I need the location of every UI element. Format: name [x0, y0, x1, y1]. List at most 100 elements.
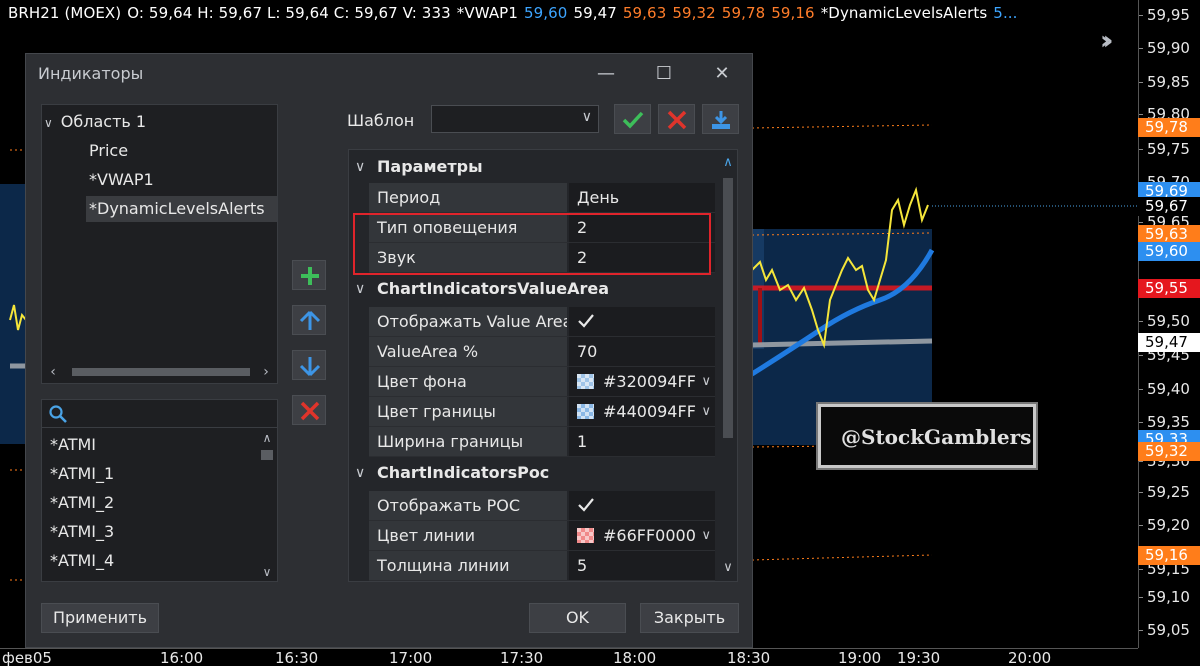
period-select[interactable]: День — [569, 183, 715, 212]
prop-name: Цвет фона — [369, 367, 567, 396]
vwap-value-6: 59,16 — [771, 4, 815, 22]
maximize-icon[interactable]: ☐ — [649, 62, 679, 86]
move-down-button[interactable] — [292, 350, 326, 380]
group-poc[interactable]: ∨ ChartIndicatorsPoc — [349, 458, 719, 488]
chevron-down-icon[interactable]: ∨ — [355, 458, 365, 488]
price-tick: 59,85 — [1139, 72, 1200, 92]
close-button[interactable]: Закрыть — [640, 603, 739, 633]
chart-header: BRH21 (MOEX) O: 59,64 H: 59,67 L: 59,64 C… — [8, 4, 1024, 24]
apply-template-button[interactable] — [614, 104, 651, 134]
prop-value-text: #320094FF — [603, 372, 696, 391]
chevron-down-icon[interactable]: ∨ — [355, 152, 365, 182]
tree-horizontal-scrollbar[interactable]: ‹ › — [42, 361, 277, 383]
area-tree[interactable]: ∨ Область 1 Price *VWAP1 *DynamicLevelsAl… — [41, 104, 278, 384]
add-indicator-button[interactable] — [292, 260, 326, 290]
border-width-field[interactable]: 1 — [569, 427, 715, 456]
checkmark-icon — [622, 111, 644, 129]
chevron-down-icon: ∨ — [581, 109, 592, 125]
tree-root-item[interactable]: ∨ Область 1 — [44, 109, 146, 135]
bg-color-picker[interactable]: #320094FF ∨ — [569, 367, 715, 396]
list-item[interactable]: *ATMI_4 — [50, 546, 114, 575]
prop-row-show-va: Отображать Value Area — [369, 307, 715, 337]
time-tick: 20:00 — [1008, 649, 1052, 666]
prop-row-border-width: Ширина границы 1 — [369, 427, 715, 457]
close-red-icon — [667, 110, 687, 130]
price-badge: 59,67 — [1138, 197, 1200, 216]
chevron-up-icon[interactable]: ∧ — [259, 430, 275, 446]
show-poc-checkbox[interactable] — [569, 491, 715, 520]
minimize-icon[interactable]: — — [591, 62, 621, 86]
time-tick: 18:00 — [613, 649, 657, 666]
group-params[interactable]: ∨ Параметры — [349, 152, 719, 182]
list-item[interactable]: *ATMI — [50, 430, 96, 459]
close-icon[interactable]: ✕ — [707, 62, 737, 86]
list-item[interactable]: *ATMI_3 — [50, 517, 114, 546]
prop-row-va-pct: ValueArea % 70 — [369, 337, 715, 367]
va-pct-field[interactable]: 70 — [569, 337, 715, 366]
time-tick: 17:30 — [500, 649, 544, 666]
prop-row-show-poc: Отображать POC — [369, 491, 715, 521]
save-template-button[interactable] — [702, 104, 739, 134]
chevron-down-icon: ∨ — [701, 528, 711, 543]
apply-button[interactable]: Применить — [41, 603, 159, 633]
prop-value-text: День — [577, 188, 620, 207]
prop-row-line-color: Цвет линии #66FF0000 ∨ — [369, 521, 715, 551]
scrollbar-thumb[interactable] — [723, 178, 733, 438]
chevron-left-icon[interactable]: ‹ — [44, 361, 62, 383]
prop-name: Цвет линии — [369, 521, 567, 550]
chevron-down-icon[interactable]: ∨ — [259, 564, 275, 580]
chevron-down-icon[interactable]: ∨ — [44, 116, 53, 130]
move-up-button[interactable] — [292, 305, 326, 335]
chevron-down-icon[interactable]: ∨ — [719, 559, 737, 577]
tree-item-price[interactable]: Price — [89, 138, 128, 164]
template-select[interactable]: ∨ — [431, 105, 599, 133]
chevron-double-right-icon[interactable]: ›› — [1100, 26, 1114, 56]
watermark-stamp: @StockGamblers — [816, 402, 1038, 470]
price-badge: 59,16 — [1138, 546, 1200, 565]
indicator-search-input[interactable] — [42, 400, 277, 428]
group-value-area-label: ChartIndicatorsValueArea — [377, 279, 610, 298]
show-va-checkbox[interactable] — [569, 307, 715, 336]
level-line-59-16 — [751, 554, 933, 561]
app-root: BRH21 (MOEX) O: 59,64 H: 59,67 L: 59,64 C… — [0, 0, 1200, 666]
dla-value: 5... — [993, 4, 1018, 22]
group-value-area[interactable]: ∨ ChartIndicatorsValueArea — [349, 274, 719, 304]
border-color-picker[interactable]: #440094FF ∨ — [569, 397, 715, 426]
list-vertical-scrollbar[interactable]: ∧ ∨ — [259, 430, 275, 580]
scrollbar-thumb[interactable] — [261, 450, 273, 460]
vwap-value-1: 59,60 — [523, 4, 568, 22]
line-width-field[interactable]: 5 — [569, 551, 715, 580]
list-item[interactable]: *ATMI_1 — [50, 459, 114, 488]
level-line-59-78 — [751, 124, 933, 129]
prop-row-bg-color: Цвет фона #320094FF ∨ — [369, 367, 715, 397]
line-color-picker[interactable]: #66FF0000 ∨ — [569, 521, 715, 550]
color-swatch — [577, 404, 594, 419]
chevron-right-icon[interactable]: › — [257, 361, 275, 383]
tree-item-vwap[interactable]: *VWAP1 — [89, 167, 154, 193]
time-tick: 16:30 — [275, 649, 319, 666]
vwap-value-2: 59,47 — [573, 4, 617, 22]
price-tick: 59,95 — [1139, 5, 1200, 25]
price-badge: 59,32 — [1138, 442, 1200, 461]
prop-row-line-width: Толщина линии 5 — [369, 551, 715, 581]
chevron-down-icon[interactable]: ∨ — [355, 274, 365, 304]
remove-indicator-button[interactable] — [292, 395, 326, 425]
tree-item-dynamic-levels[interactable]: *DynamicLevelsAlerts — [86, 196, 277, 222]
scrollbar-thumb[interactable] — [72, 368, 250, 376]
price-tick: 59,05 — [1139, 620, 1200, 640]
time-axis[interactable]: фев05 16:00 16:30 17:00 17:30 18:00 18:3… — [0, 648, 1138, 666]
delete-template-button[interactable] — [658, 104, 695, 134]
chevron-up-icon[interactable]: ∧ — [719, 154, 737, 172]
prop-row-period: Период День — [369, 183, 715, 213]
properties-vertical-scrollbar[interactable]: ∧ ∨ — [719, 150, 737, 581]
prop-value-text: #440094FF — [603, 402, 696, 421]
vwap-value-4: 59,32 — [672, 4, 716, 22]
list-item[interactable]: *ATMI_2 — [50, 488, 114, 517]
prop-name: Цвет границы — [369, 397, 567, 426]
prop-name: Период — [369, 183, 567, 212]
annotation-highlight-box — [353, 213, 711, 275]
chart-ohlcv: O: 59,64 H: 59,67 L: 59,64 C: 59,67 V: 3… — [127, 4, 451, 22]
ok-button[interactable]: OK — [529, 603, 626, 633]
time-tick: 16:00 — [160, 649, 204, 666]
time-tick: 17:00 — [389, 649, 433, 666]
